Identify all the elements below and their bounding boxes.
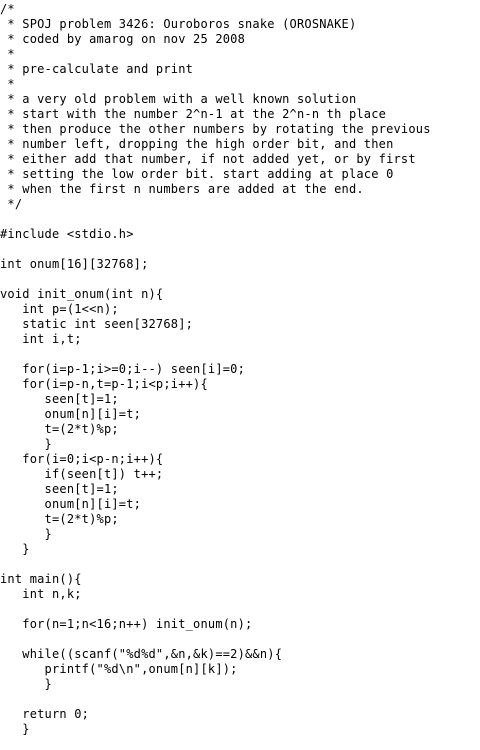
code-line: t=(2*t)%p;: [0, 422, 119, 436]
code-line: * when the first n numbers are added at …: [0, 182, 364, 196]
source-code-listing: /* * SPOJ problem 3426: Ouroboros snake …: [0, 2, 480, 750]
code-line: * either add that number, if not added y…: [0, 152, 416, 166]
code-line: *: [0, 77, 15, 91]
code-line: }: [0, 437, 52, 451]
code-line: int n,k;: [0, 587, 82, 601]
code-line: * a very old problem with a well known s…: [0, 92, 357, 106]
code-line: }: [0, 722, 30, 736]
code-line: * then produce the other numbers by rota…: [0, 122, 431, 136]
code-line: if(seen[t]) t++;: [0, 467, 164, 481]
code-line: int onum[16][32768];: [0, 257, 149, 271]
code-line: }: [0, 677, 52, 691]
code-line: seen[t]=1;: [0, 482, 119, 496]
code-line: int i,t;: [0, 332, 82, 346]
code-line: void init_onum(int n){: [0, 287, 164, 301]
code-line: for(i=p-n,t=p-1;i<p;i++){: [0, 377, 208, 391]
code-line: * coded by amarog on nov 25 2008: [0, 32, 246, 46]
code-line: seen[t]=1;: [0, 392, 119, 406]
code-line: * pre-calculate and print: [0, 62, 194, 76]
code-line: printf("%d\n",onum[n][k]);: [0, 662, 238, 676]
code-line: for(i=p-1;i>=0;i--) seen[i]=0;: [0, 362, 246, 376]
code-line: while((scanf("%d%d",&n,&k)==2)&&n){: [0, 647, 283, 661]
code-line: * number left, dropping the high order b…: [0, 137, 394, 151]
code-line: for(n=1;n<16;n++) init_onum(n);: [0, 617, 253, 631]
code-line: }: [0, 527, 52, 541]
code-line: int p=(1<<n);: [0, 302, 119, 316]
code-line: /*: [0, 2, 15, 16]
code-line: }: [0, 542, 30, 556]
code-line: return 0;: [0, 707, 90, 721]
code-line: t=(2*t)%p;: [0, 512, 119, 526]
code-line: static int seen[32768];: [0, 317, 194, 331]
code-line: for(i=0;i<p-n;i++){: [0, 452, 164, 466]
code-line: onum[n][i]=t;: [0, 407, 142, 421]
code-line: * SPOJ problem 3426: Ouroboros snake (OR…: [0, 17, 357, 31]
code-line: *: [0, 47, 15, 61]
code-line: * setting the low order bit. start addin…: [0, 167, 394, 181]
code-line: */: [0, 197, 23, 211]
code-line: int main(){: [0, 572, 82, 586]
code-line: onum[n][i]=t;: [0, 497, 142, 511]
code-line: #include <stdio.h>: [0, 227, 134, 241]
code-line: * start with the number 2^n-1 at the 2^n…: [0, 107, 387, 121]
